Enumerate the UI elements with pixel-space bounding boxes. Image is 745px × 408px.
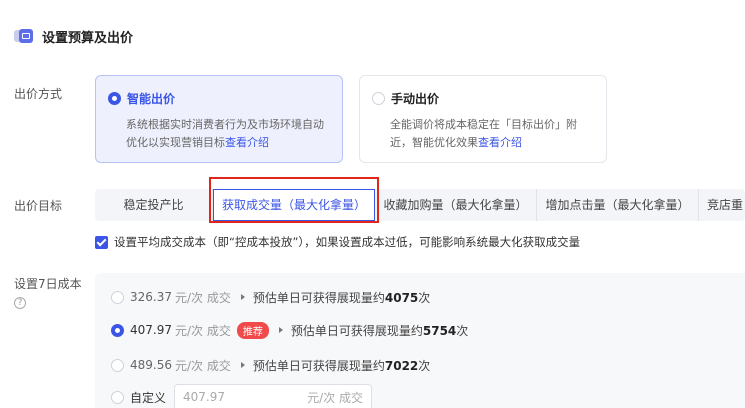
custom-cost-input[interactable]: 407.97 元/次 成交 — [174, 384, 373, 408]
tab-competitor-store[interactable]: 竞店重 — [699, 189, 745, 221]
custom-cost-placeholder: 407.97 — [183, 390, 226, 404]
avg-cost-checkbox-label: 设置平均成交成本（即“控成本投放”），如果设置成本过低，可能影响系统最大化获取成… — [114, 235, 581, 249]
radio-manual-bid[interactable] — [372, 92, 385, 105]
cost-unit: 元/次 成交 — [175, 323, 231, 338]
ticket-icon — [14, 29, 36, 43]
intro-link-smart[interactable]: 查看介绍 — [225, 136, 269, 149]
caret-right-icon — [240, 294, 245, 300]
cost-estimate: 预估单日可获得展现量约5754次 — [290, 323, 469, 338]
cost-unit: 元/次 成交 — [175, 358, 231, 373]
help-icon[interactable]: ? — [14, 296, 26, 309]
cost-price: 407.97 — [130, 323, 172, 337]
bid-option-title: 手动出价 — [391, 92, 440, 106]
radio-cost-2[interactable] — [111, 323, 124, 337]
bid-option-desc: 系统根据实时消费者行为及市场环境自动优化以实现营销目标查看介绍 — [126, 118, 324, 149]
cost-unit: 元/次 成交 — [175, 290, 231, 305]
caret-right-icon — [278, 327, 283, 333]
cost-option-3[interactable]: 489.56 元/次 成交 预估单日可获得展现量约7022次 — [111, 355, 430, 375]
caret-right-icon — [240, 362, 245, 368]
recommend-badge: 推荐 — [236, 321, 269, 339]
bid-option-smart[interactable]: 智能出价 系统根据实时消费者行为及市场环境自动优化以实现营销目标查看介绍 — [95, 75, 343, 163]
tab-get-orders[interactable]: 获取成交量（最大化拿量） — [213, 189, 375, 221]
bid-option-manual[interactable]: 手动出价 全能调价将成本稳定在「目标出价」附近，智能优化效果查看介绍 — [359, 75, 607, 163]
bid-goal-label: 出价目标 — [14, 199, 63, 213]
intro-link-manual[interactable]: 查看介绍 — [478, 136, 522, 149]
section-title: 设置预算及出价 — [42, 30, 134, 46]
bid-option-title: 智能出价 — [127, 92, 176, 106]
radio-smart-bid[interactable] — [108, 92, 121, 105]
cost-option-2[interactable]: 407.97 元/次 成交 推荐 预估单日可获得展现量约5754次 — [111, 320, 468, 340]
cost-option-1[interactable]: 326.37 元/次 成交 预估单日可获得展现量约4075次 — [111, 287, 430, 307]
tab-increase-clicks[interactable]: 增加点击量（最大化拿量） — [537, 189, 699, 221]
bid-option-desc: 全能调价将成本稳定在「目标出价」附近，智能优化效果查看介绍 — [390, 118, 577, 149]
cost-price: 489.56 — [130, 358, 172, 372]
tab-stable-roi[interactable]: 稳定投产比 — [95, 189, 213, 221]
cost-label: 设置7日成本? — [14, 277, 82, 309]
cost-option-custom[interactable]: 自定义 407.97 元/次 成交 — [111, 384, 373, 408]
radio-cost-1[interactable] — [111, 290, 124, 304]
cost-options-panel: 326.37 元/次 成交 预估单日可获得展现量约4075次 407.97 元/… — [95, 273, 745, 408]
custom-cost-unit: 元/次 成交 — [307, 390, 364, 405]
avg-cost-checkbox[interactable] — [95, 235, 108, 249]
avg-cost-option[interactable]: 设置平均成交成本（即“控成本投放”），如果设置成本过低，可能影响系统最大化获取成… — [95, 234, 580, 250]
cost-price: 326.37 — [130, 290, 172, 304]
bid-method-label: 出价方式 — [14, 87, 63, 101]
custom-label: 自定义 — [130, 390, 167, 405]
cost-estimate: 预估单日可获得展现量约7022次 — [252, 358, 431, 373]
tab-favorites-cart[interactable]: 收藏加购量（最大化拿量） — [375, 189, 537, 221]
section-header: 设置预算及出价 — [14, 26, 133, 46]
radio-cost-custom[interactable] — [111, 390, 124, 404]
bid-goal-tabs: 稳定投产比 获取成交量（最大化拿量） 收藏加购量（最大化拿量） 增加点击量（最大… — [95, 189, 745, 221]
radio-cost-3[interactable] — [111, 358, 124, 372]
cost-estimate: 预估单日可获得展现量约4075次 — [252, 290, 431, 305]
